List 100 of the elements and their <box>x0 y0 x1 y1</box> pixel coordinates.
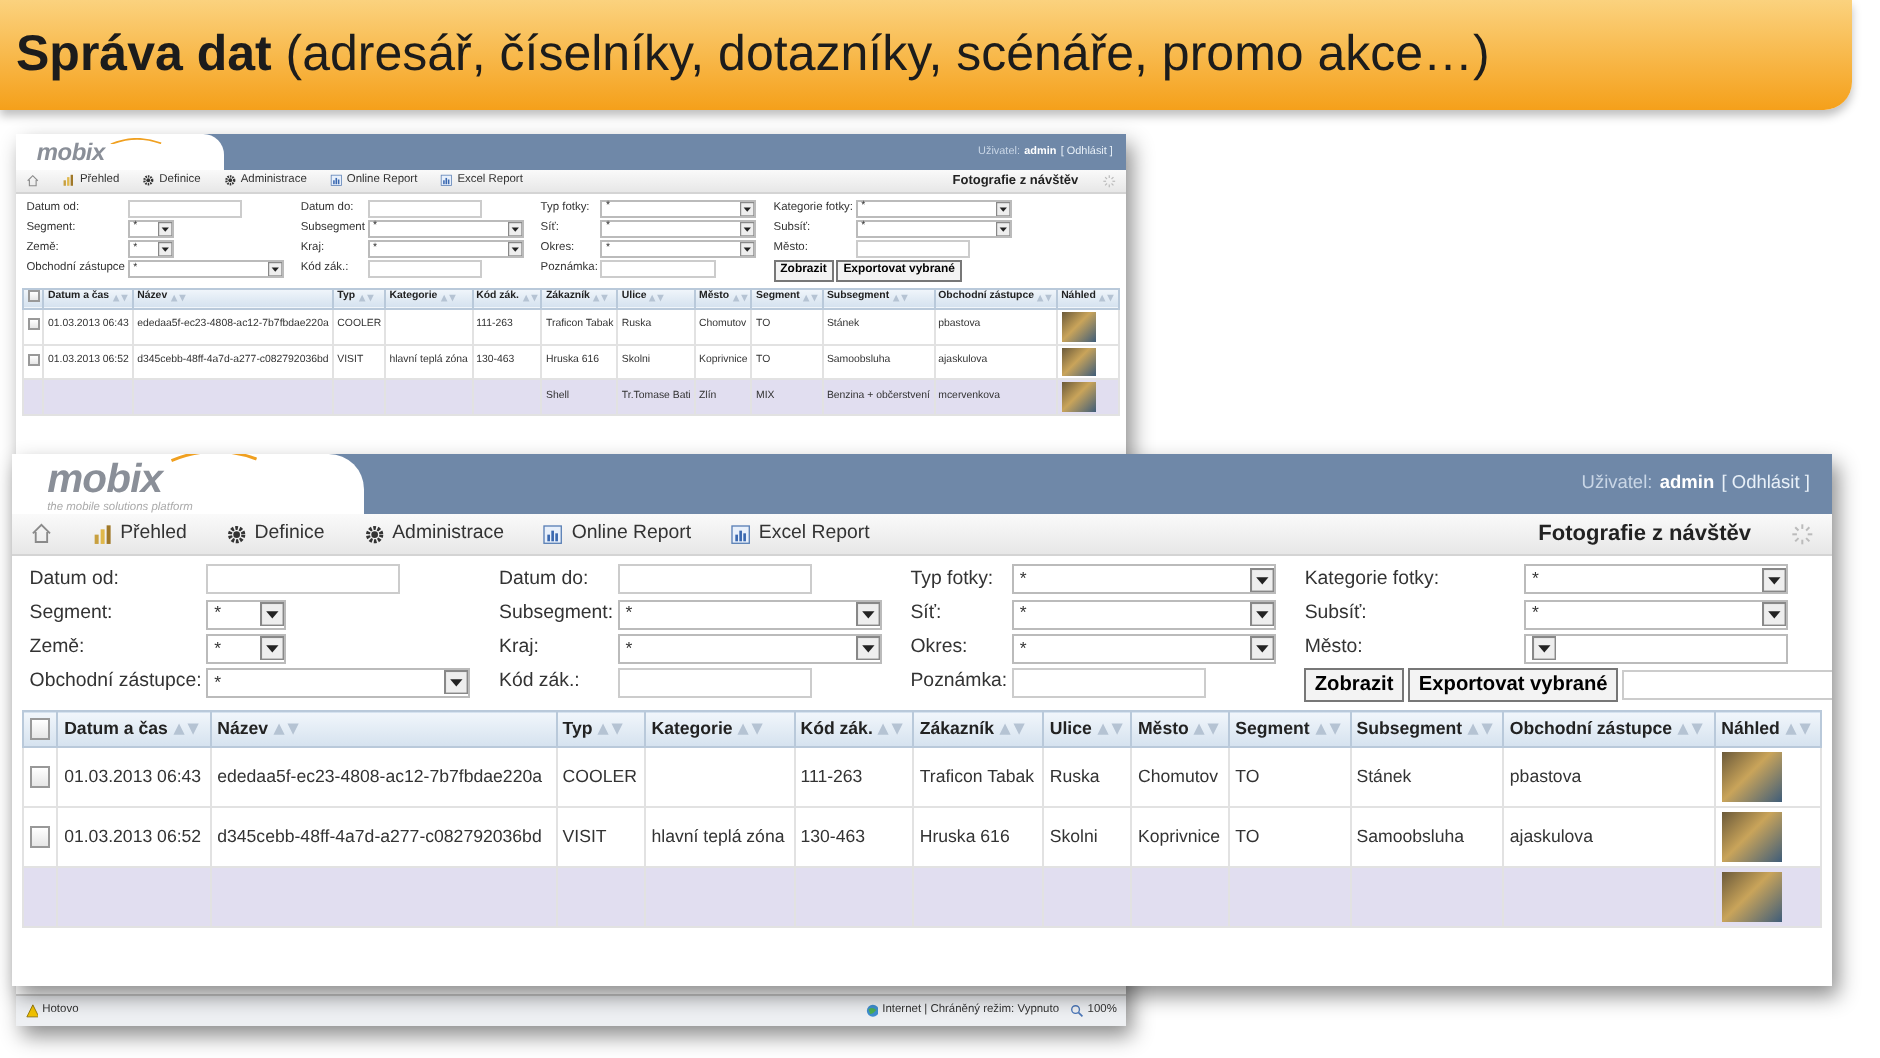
table-cell: ededaa5f-ec23-4808-ac12-7b7fbdae220a <box>217 765 542 786</box>
photo-placeholder[interactable] <box>1061 382 1097 412</box>
sort-icon[interactable] <box>1036 294 1053 303</box>
select-field[interactable]: * <box>206 599 287 629</box>
field-label: Země: <box>29 633 87 662</box>
logo: mobix <box>36 142 105 167</box>
select-field[interactable]: * <box>1012 599 1277 629</box>
nav-link[interactable]: Administrace <box>363 519 505 549</box>
sort-icon[interactable] <box>591 294 609 303</box>
photo-placeholder[interactable] <box>1721 752 1781 802</box>
row-checkbox[interactable] <box>27 318 40 331</box>
sort-icon[interactable] <box>111 294 128 303</box>
sort-icon[interactable] <box>1192 722 1221 737</box>
action-button[interactable]: Zobrazit <box>1304 667 1404 702</box>
sort-icon[interactable] <box>736 722 765 737</box>
select-field[interactable]: * <box>1012 564 1277 595</box>
caret-icon <box>507 241 522 257</box>
column-header[interactable]: Název <box>217 716 269 743</box>
sort-icon[interactable] <box>648 294 666 303</box>
spinner-icon <box>1789 521 1815 547</box>
nav-link[interactable]: Excel Report <box>729 519 870 549</box>
field-label: Subsíť: <box>1304 599 1369 628</box>
report-icon <box>729 523 752 545</box>
nav-link[interactable]: Online Report <box>542 519 692 549</box>
caret-icon <box>995 221 1011 236</box>
table-cell: d345cebb-48ff-4a7d-a277-c082792036bd <box>217 825 542 846</box>
field-label: Kraj: <box>499 633 541 662</box>
input-field[interactable] <box>128 199 243 218</box>
sort-icon[interactable] <box>1097 294 1115 303</box>
nav-link[interactable]: Definice <box>225 519 325 549</box>
nav-link[interactable]: Přehled <box>91 519 187 549</box>
input-field[interactable] <box>206 564 401 595</box>
select-field[interactable]: * <box>206 633 287 664</box>
row-checkbox[interactable] <box>27 353 40 367</box>
photo-placeholder[interactable] <box>1721 871 1781 922</box>
table-cell: TO <box>1235 825 1260 846</box>
select-field[interactable]: * <box>1524 599 1789 629</box>
gear-icon <box>142 174 155 188</box>
sort-icon[interactable] <box>876 722 905 737</box>
sort-icon[interactable] <box>521 294 538 303</box>
sort-icon[interactable] <box>891 294 908 303</box>
input-field[interactable] <box>1012 667 1207 698</box>
sort-icon[interactable] <box>596 722 625 737</box>
table-cell: Koprivnice <box>1137 825 1221 846</box>
caret-icon <box>259 636 285 661</box>
sort-icon[interactable] <box>731 294 748 303</box>
field-label: Kód zák.: <box>499 668 582 697</box>
sort-icon[interactable] <box>171 722 200 737</box>
input-field[interactable] <box>1622 669 1832 700</box>
table-cell: 111-263 <box>800 765 863 786</box>
sort-icon[interactable] <box>1783 722 1812 737</box>
input-field[interactable] <box>856 239 971 258</box>
sort-icon[interactable] <box>1465 722 1494 737</box>
sort-icon[interactable] <box>1313 722 1342 737</box>
photo-placeholder[interactable] <box>1061 347 1097 377</box>
field-label: Obchodní zástupce: <box>29 668 202 697</box>
row-checkbox[interactable] <box>29 766 51 788</box>
field-label: Síť: <box>910 599 944 628</box>
sort-icon[interactable] <box>1095 722 1124 737</box>
select-field[interactable] <box>1524 633 1789 664</box>
sort-icon[interactable] <box>801 294 819 303</box>
select-field[interactable]: * <box>618 599 883 629</box>
sort-icon[interactable] <box>169 294 186 303</box>
bar-chart-icon <box>62 174 76 188</box>
user-label: Uživatel: <box>1581 470 1653 497</box>
sort-icon[interactable] <box>997 722 1026 737</box>
table-cell: VISIT <box>562 825 607 846</box>
field-label: Typ fotky: <box>910 565 996 594</box>
photo-placeholder[interactable] <box>1721 812 1781 862</box>
gear-icon <box>363 523 385 545</box>
select-all-checkbox[interactable] <box>29 718 51 741</box>
select-field[interactable]: * <box>618 633 883 664</box>
globe-icon <box>865 1004 879 1018</box>
table-cell: 130-463 <box>800 825 866 846</box>
action-button[interactable]: Exportovat vybrané <box>1408 667 1618 702</box>
sort-icon[interactable] <box>439 294 456 303</box>
table-cell: 01.03.2013 06:43 <box>64 765 202 786</box>
home-icon[interactable] <box>29 522 53 546</box>
select-field[interactable]: * <box>206 667 471 698</box>
input-field[interactable] <box>618 564 812 595</box>
table-cell: 01.03.2013 06:52 <box>64 825 202 846</box>
caret-icon <box>1762 567 1787 593</box>
field-label: Město: <box>1304 633 1365 662</box>
table-cell: Hruska 616 <box>919 825 1010 846</box>
home-icon[interactable] <box>26 174 40 188</box>
sort-icon[interactable] <box>1675 722 1704 737</box>
sort-icon[interactable] <box>357 294 374 303</box>
select-field[interactable]: * <box>1524 564 1789 595</box>
select-field[interactable]: * <box>1012 633 1277 664</box>
table-cell: Ruska <box>1049 765 1100 786</box>
input-field[interactable] <box>600 260 716 278</box>
input-field[interactable] <box>618 667 812 698</box>
input-field[interactable] <box>367 199 483 218</box>
magnifier-icon <box>1070 1004 1085 1018</box>
caret-icon <box>855 636 881 661</box>
photo-placeholder[interactable] <box>1061 312 1097 342</box>
sort-icon[interactable] <box>271 722 300 737</box>
row-checkbox[interactable] <box>29 826 51 848</box>
input-field[interactable] <box>367 260 483 278</box>
select-all-checkbox[interactable] <box>27 290 40 303</box>
